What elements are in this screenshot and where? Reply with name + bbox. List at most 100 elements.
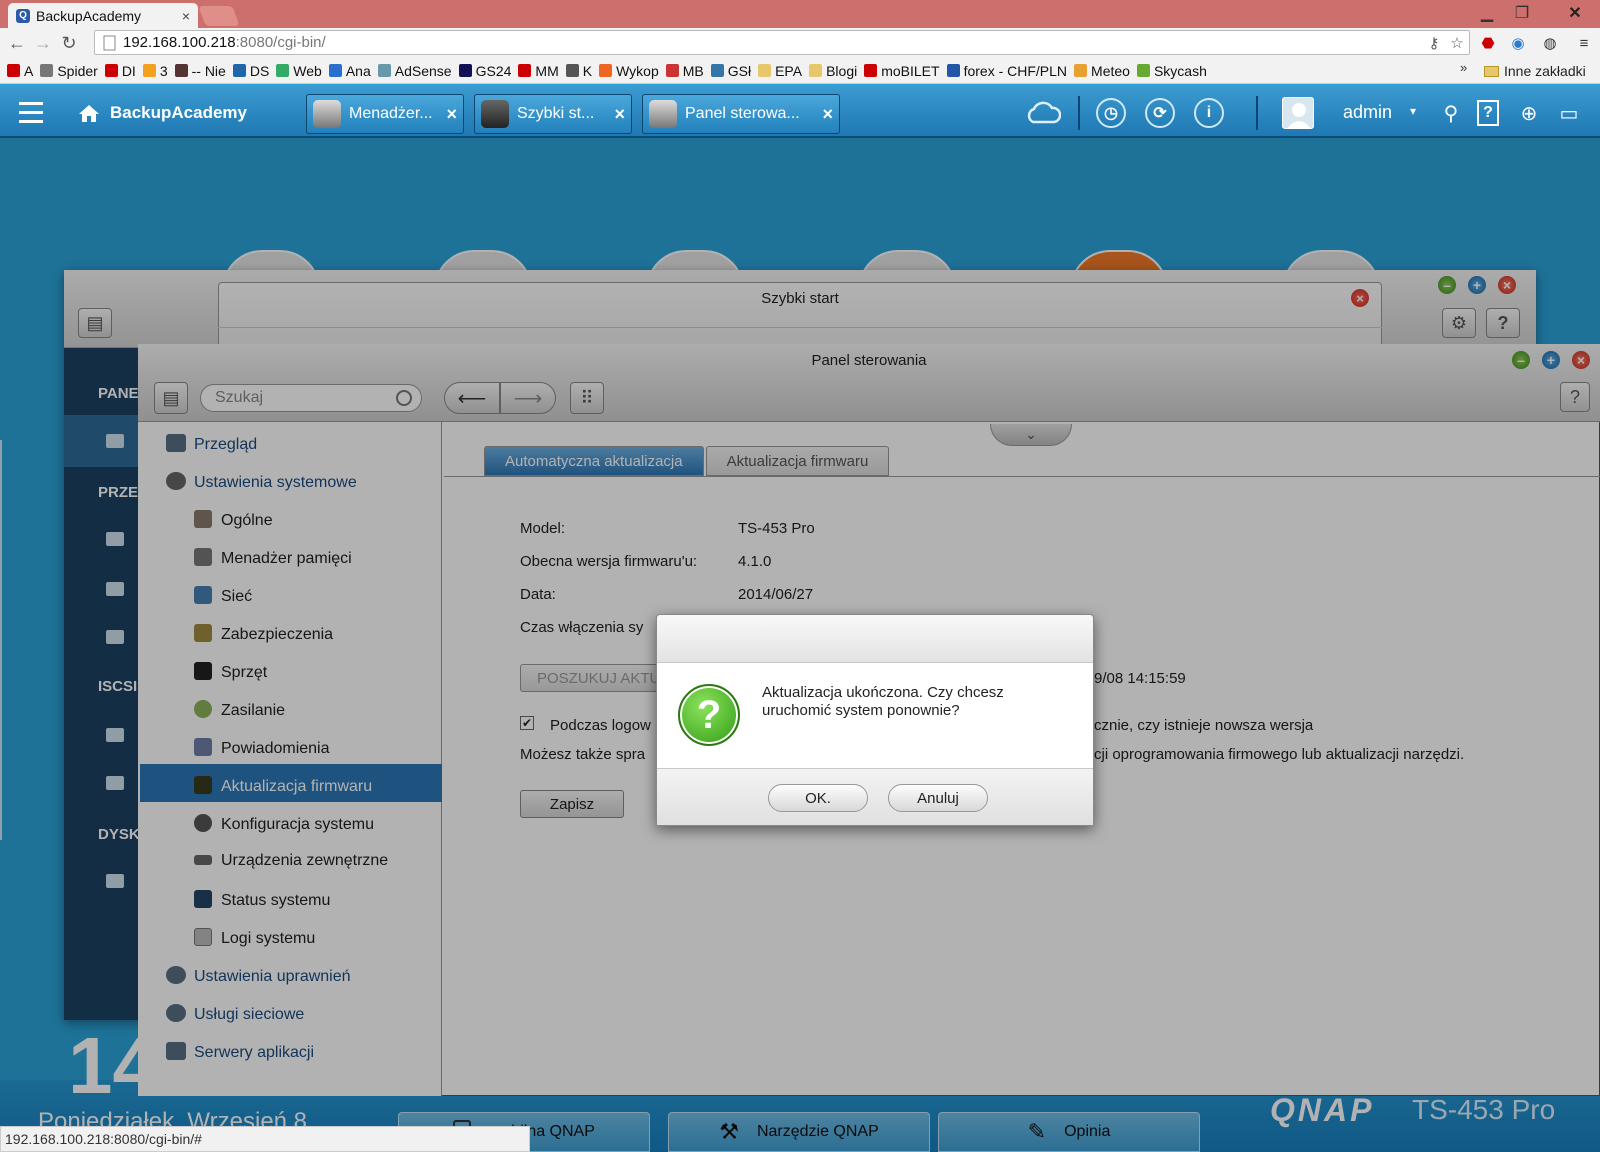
question-icon: ? <box>678 684 740 746</box>
header-divider <box>1078 96 1080 130</box>
bookmark-item[interactable]: moBILET <box>864 62 940 79</box>
close-icon[interactable]: × <box>614 104 625 125</box>
window-minimize-button[interactable]: ▁ <box>1470 2 1504 24</box>
extension-icon[interactable]: ◉ <box>1508 33 1528 53</box>
taskbar-tab-label: Menadżer... <box>349 105 433 122</box>
bookmark-favicon-icon <box>599 64 613 77</box>
other-bookmarks-label: Inne zakładki <box>1504 63 1586 79</box>
page-icon <box>103 35 116 50</box>
bookmark-favicon-icon <box>328 64 342 77</box>
home-button[interactable]: BackupAcademy <box>78 98 247 128</box>
bookmark-favicon-icon <box>40 64 54 77</box>
forward-arrow-icon[interactable]: → <box>30 30 56 56</box>
bookmark-item[interactable]: GS24 <box>458 62 512 79</box>
star-icon[interactable]: ☆ <box>1447 33 1467 53</box>
bookmark-label: K <box>582 62 593 79</box>
bookmark-favicon-icon <box>104 64 118 77</box>
extension-dark-icon[interactable]: ◍ <box>1540 33 1560 53</box>
clock-icon[interactable]: ◷ <box>1096 98 1126 128</box>
bookmark-item[interactable]: Meteo <box>1074 63 1130 79</box>
taskbar-tab-quick-start[interactable]: Szybki st... × <box>474 94 632 134</box>
taskbar-tab-storage-manager[interactable]: Menadżer... × <box>306 94 464 134</box>
bookmark-favicon-icon <box>7 64 20 77</box>
taskbar-tab-control-panel[interactable]: Panel sterowa... × <box>642 94 840 134</box>
bookmark-item[interactable]: forex - CHF/PLN <box>946 63 1067 79</box>
bookmark-label: GS24 <box>475 62 512 79</box>
bookmark-item[interactable]: DS <box>232 62 270 79</box>
browser-titlebar <box>0 0 1600 28</box>
bookmark-item[interactable]: Web <box>276 63 322 79</box>
cancel-button[interactable]: Anuluj <box>888 784 988 812</box>
chrome-menu-icon[interactable]: ≡ <box>1574 33 1594 53</box>
back-arrow-icon[interactable]: ← <box>4 30 30 56</box>
bookmark-item[interactable]: -- Nie <box>174 62 226 79</box>
desktop-icon[interactable]: ▭ <box>1556 100 1582 126</box>
cloud-icon[interactable] <box>1025 100 1061 126</box>
bookmark-item[interactable]: Ana <box>328 62 371 79</box>
bookmark-item[interactable]: Blogi <box>809 63 857 79</box>
avatar[interactable] <box>1282 97 1314 129</box>
bookmark-label: moBILET <box>881 62 940 79</box>
bookmark-item[interactable]: GSł <box>710 63 751 79</box>
bookmark-label: DS <box>249 62 270 79</box>
status-bar-url: 192.168.100.218:8080/cgi-bin/# <box>0 1126 530 1152</box>
bookmark-item[interactable]: MM <box>518 62 559 79</box>
search-icon[interactable]: ⚲ <box>1438 100 1464 126</box>
taskbar-tab-label: Panel sterowa... <box>685 105 800 122</box>
bookmark-label: Wykop <box>616 62 659 79</box>
bookmark-item[interactable]: K <box>565 62 593 79</box>
bookmark-favicon-icon <box>232 64 246 77</box>
close-icon[interactable]: × <box>446 104 457 125</box>
bookmark-item[interactable]: 3 <box>142 63 168 79</box>
bookmark-favicon-icon <box>710 64 724 77</box>
dialog-header <box>657 615 1093 663</box>
bookmark-favicon-icon <box>174 64 188 77</box>
key-icon[interactable]: ⚷ <box>1424 33 1444 53</box>
dialog-footer <box>657 768 1093 825</box>
qnap-favicon-icon: Q <box>16 8 30 23</box>
bookmark-label: MM <box>535 62 559 79</box>
bookmark-favicon-icon <box>458 64 472 77</box>
bookmark-label: Blogi <box>826 62 858 79</box>
bookmark-label: -- Nie <box>191 62 226 79</box>
home-icon <box>79 105 99 122</box>
bookmark-item[interactable]: AdSense <box>377 63 452 79</box>
reload-icon[interactable]: ↻ <box>56 30 82 56</box>
close-icon[interactable]: × <box>822 104 833 125</box>
sync-icon[interactable]: ⟳ <box>1145 98 1175 128</box>
adblock-icon[interactable]: ⬣ <box>1478 33 1498 53</box>
bookmark-label: Web <box>293 62 322 79</box>
bookmark-item[interactable]: MB <box>665 63 704 79</box>
bookmark-item[interactable]: EPA <box>758 63 802 79</box>
window-close-button[interactable]: ✕ <box>1556 2 1594 24</box>
bookmark-item[interactable]: Spider <box>40 62 98 79</box>
address-bar[interactable]: 192.168.100.218:8080/cgi-bin/ <box>94 30 1470 55</box>
bookmark-label: Spider <box>57 62 98 79</box>
bookmark-favicon-icon <box>665 64 679 77</box>
bookmark-item[interactable]: Skycash <box>1136 63 1207 79</box>
chevron-down-icon[interactable]: ▾ <box>1410 104 1416 118</box>
tab-close-icon[interactable]: × <box>182 8 190 24</box>
ok-button[interactable]: OK. <box>768 784 868 812</box>
globe-icon[interactable]: ⊕ <box>1516 100 1542 126</box>
username[interactable]: admin <box>1343 102 1392 123</box>
bookmark-favicon-icon <box>377 64 391 77</box>
bookmark-favicon-icon <box>276 64 290 77</box>
window-maximize-button[interactable]: ❐ <box>1505 2 1539 24</box>
bookmark-label: Ana <box>345 62 371 79</box>
new-tab-button[interactable] <box>198 6 240 26</box>
bookmark-favicon-icon <box>142 64 156 77</box>
bookmark-item[interactable]: A <box>7 63 33 79</box>
browser-tab[interactable]: Q BackupAcademy × <box>8 3 198 28</box>
main-menu-button[interactable] <box>0 86 62 138</box>
bookmark-favicon-icon <box>1136 64 1150 77</box>
help-icon[interactable]: ? <box>1477 100 1499 126</box>
info-icon[interactable]: i <box>1194 98 1224 128</box>
bookmarks-more-chevron[interactable]: » <box>1460 60 1467 75</box>
other-bookmarks[interactable]: Inne zakładki <box>1484 58 1586 84</box>
bookmark-item[interactable]: Wykop <box>599 63 659 79</box>
bookmark-favicon-icon <box>946 64 960 77</box>
home-label: BackupAcademy <box>110 103 248 122</box>
bookmarks-bar: A Spider DI 3 -- Nie DS Web Ana AdSense GS24 MM K Wy… <box>0 58 1600 84</box>
bookmark-item[interactable]: DI <box>104 63 136 79</box>
